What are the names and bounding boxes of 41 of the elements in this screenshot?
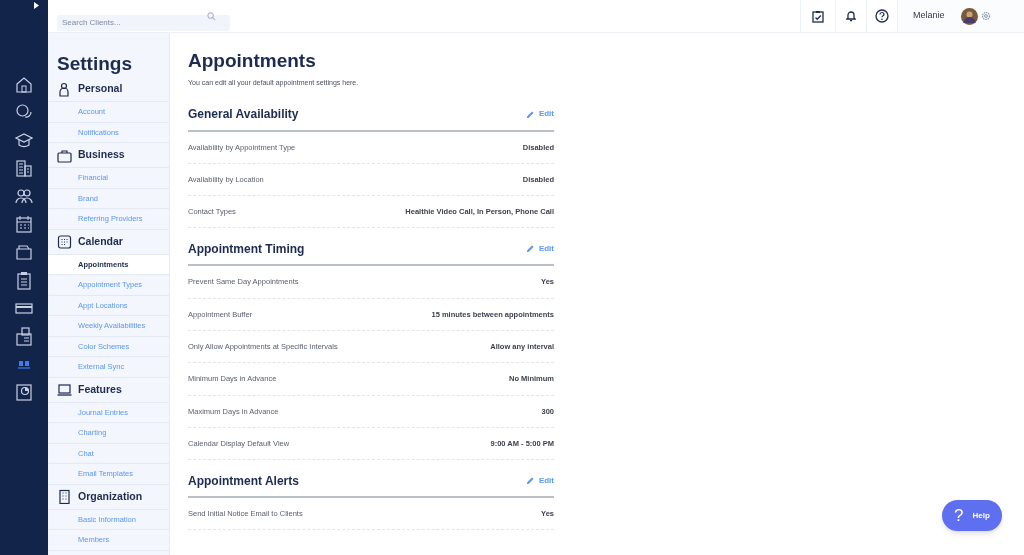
buildings-icon[interactable] [15,159,33,178]
person-icon [57,81,72,97]
briefcase-icon [57,147,72,163]
people-icon[interactable] [15,187,33,206]
section-title: Appointment Timing [188,240,305,258]
checklist-icon [812,9,824,23]
edit-button[interactable]: Edit [526,108,554,120]
group-heading: Calendar [78,233,123,249]
user-name[interactable]: Melanie [913,9,945,23]
building-icon [57,489,72,504]
calendar-icon[interactable] [15,215,33,234]
group-heading: Features [78,381,122,397]
laptop-icon [57,382,72,397]
section-title: General Availability [188,106,299,123]
user-avatar[interactable] [960,7,978,25]
graduation-cap-icon[interactable] [15,131,33,150]
clipboard-icon[interactable] [15,271,33,290]
search-field[interactable]: Search Clients... [57,14,230,31]
help-icon [875,9,889,23]
pencil-icon [526,110,534,118]
edit-button[interactable]: Edit [526,242,554,255]
search-icon [207,11,216,21]
bell-icon [846,10,856,22]
sidebar-title: Settings [57,53,133,75]
fax-icon[interactable] [15,327,33,346]
pencil-icon [526,245,534,253]
calendar-icon [57,234,72,249]
group-heading: Personal [78,81,123,97]
house-icon[interactable] [15,75,33,94]
group-heading: Organization [78,488,143,504]
settings-icon[interactable] [980,11,991,21]
edit-button[interactable]: Edit [526,474,554,487]
question-icon: ? [954,507,964,524]
folder-icon[interactable] [15,243,33,262]
section-title: Appointment Alerts [188,472,299,490]
report-icon[interactable] [15,383,33,402]
pencil-icon [526,477,534,485]
expand-arrow-icon[interactable] [33,2,39,9]
page-title: Appointments [188,50,317,72]
group-heading: Business [78,147,125,163]
help-button[interactable]: ? Help [942,500,1002,531]
